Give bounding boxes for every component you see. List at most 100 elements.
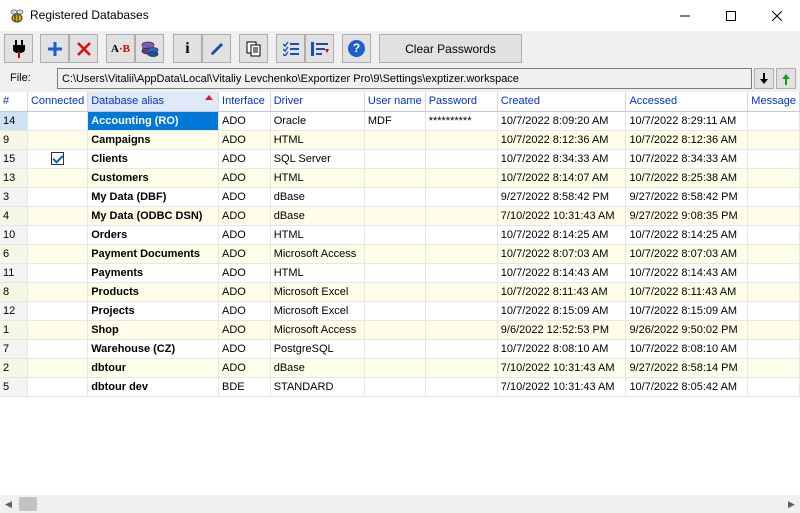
connect-button[interactable]	[4, 34, 33, 63]
col-database-alias-cell[interactable]: Clients	[87, 149, 220, 169]
col-user-name-cell[interactable]	[364, 377, 426, 397]
scroll-right-button[interactable]: ▶	[783, 495, 800, 513]
col-created-cell[interactable]: 7/10/2022 10:31:43 AM	[497, 206, 627, 226]
col-number-cell[interactable]: 14	[0, 111, 28, 131]
table-row[interactable]: 6 Payment Documents ADO Microsoft Access 10/…	[0, 244, 800, 264]
col-interface-cell[interactable]: ADO	[218, 320, 271, 340]
col-interface-cell[interactable]: ADO	[218, 244, 271, 264]
col-message-header[interactable]: Message	[747, 92, 800, 112]
col-password-cell[interactable]	[425, 282, 498, 302]
col-message-cell[interactable]	[747, 244, 800, 264]
col-password-cell[interactable]	[425, 320, 498, 340]
col-interface-cell[interactable]: ADO	[218, 358, 271, 378]
col-user-name-cell[interactable]	[364, 358, 426, 378]
file-path-input[interactable]	[57, 68, 752, 89]
col-number-cell[interactable]: 3	[0, 187, 28, 207]
col-driver-cell[interactable]: HTML	[270, 168, 365, 188]
col-database-alias-header[interactable]: Database alias	[87, 92, 220, 112]
col-interface-cell[interactable]: ADO	[218, 225, 271, 245]
col-number-cell[interactable]: 12	[0, 301, 28, 321]
clear-passwords-button[interactable]: Clear Passwords	[379, 34, 522, 63]
col-connected-cell[interactable]	[27, 225, 89, 245]
col-user-name-cell[interactable]	[364, 168, 426, 188]
file-save-button[interactable]	[776, 68, 796, 89]
col-created-cell[interactable]: 9/27/2022 8:58:42 PM	[497, 187, 627, 207]
table-row[interactable]: 7 Warehouse (CZ) ADO PostgreSQL 10/7/2022 8:…	[0, 339, 800, 359]
col-connected-header[interactable]: Connected	[27, 92, 89, 112]
col-number-cell[interactable]: 8	[0, 282, 28, 302]
col-connected-cell[interactable]	[27, 358, 89, 378]
col-accessed-cell[interactable]: 10/7/2022 8:07:03 AM	[625, 244, 749, 264]
col-created-cell[interactable]: 10/7/2022 8:09:20 AM	[497, 111, 627, 131]
col-created-cell[interactable]: 7/10/2022 10:31:43 AM	[497, 377, 627, 397]
col-accessed-cell[interactable]: 9/27/2022 8:58:42 PM	[625, 187, 749, 207]
col-message-cell[interactable]	[747, 320, 800, 340]
col-database-alias-cell[interactable]: Products	[87, 282, 220, 302]
col-password-cell[interactable]	[425, 187, 498, 207]
table-row[interactable]: 15 Clients ADO SQL Server 10/7/2022 8:34:33 …	[0, 149, 800, 169]
minimize-button[interactable]	[662, 0, 708, 31]
col-created-cell[interactable]: 10/7/2022 8:15:09 AM	[497, 301, 627, 321]
col-accessed-cell[interactable]: 10/7/2022 8:14:25 AM	[625, 225, 749, 245]
col-message-cell[interactable]	[747, 130, 800, 150]
col-accessed-header[interactable]: Accessed	[625, 92, 749, 112]
col-message-cell[interactable]	[747, 377, 800, 397]
col-password-cell[interactable]	[425, 149, 498, 169]
connected-checkbox[interactable]	[50, 152, 64, 165]
col-message-cell[interactable]	[747, 149, 800, 169]
col-user-name-cell[interactable]	[364, 244, 426, 264]
col-database-alias-cell[interactable]: Orders	[87, 225, 220, 245]
col-created-cell[interactable]: 10/7/2022 8:14:25 AM	[497, 225, 627, 245]
col-database-alias-cell[interactable]: My Data (DBF)	[87, 187, 220, 207]
col-connected-cell[interactable]	[27, 301, 89, 321]
col-number-cell[interactable]: 4	[0, 206, 28, 226]
col-interface-cell[interactable]: ADO	[218, 263, 271, 283]
table-row[interactable]: 1 Shop ADO Microsoft Access 9/6/2022 12:52:5…	[0, 320, 800, 340]
table-row[interactable]: 4 My Data (ODBC DSN) ADO dBase 7/10/2022 10:…	[0, 206, 800, 226]
col-number-cell[interactable]: 15	[0, 149, 28, 169]
col-password-header[interactable]: Password	[425, 92, 498, 112]
col-connected-cell[interactable]	[27, 111, 89, 131]
col-driver-header[interactable]: Driver	[270, 92, 365, 112]
col-driver-cell[interactable]: dBase	[270, 206, 365, 226]
col-created-cell[interactable]: 10/7/2022 8:11:43 AM	[497, 282, 627, 302]
col-user-name-cell[interactable]	[364, 225, 426, 245]
col-created-cell[interactable]: 10/7/2022 8:07:03 AM	[497, 244, 627, 264]
col-interface-cell[interactable]: ADO	[218, 130, 271, 150]
col-password-cell[interactable]	[425, 263, 498, 283]
col-connected-cell[interactable]	[27, 130, 89, 150]
col-database-alias-cell[interactable]: dbtour	[87, 358, 220, 378]
col-interface-cell[interactable]: ADO	[218, 111, 271, 131]
col-user-name-cell[interactable]: MDF	[364, 111, 426, 131]
col-password-cell[interactable]: **********	[425, 111, 498, 131]
col-database-alias-cell[interactable]: Campaigns	[87, 130, 220, 150]
table-row[interactable]: 2 dbtour ADO dBase 7/10/2022 10:31:43 AM 9/27…	[0, 358, 800, 378]
col-number-cell[interactable]: 9	[0, 130, 28, 150]
col-user-name-cell[interactable]	[364, 320, 426, 340]
col-interface-cell[interactable]: ADO	[218, 339, 271, 359]
col-number-cell[interactable]: 6	[0, 244, 28, 264]
col-database-alias-cell[interactable]: dbtour dev	[87, 377, 220, 397]
database-button[interactable]	[135, 34, 164, 63]
col-accessed-cell[interactable]: 10/7/2022 8:29:11 AM	[625, 111, 749, 131]
col-driver-cell[interactable]: HTML	[270, 130, 365, 150]
help-button[interactable]: ?	[342, 34, 371, 63]
col-database-alias-cell[interactable]: Shop	[87, 320, 220, 340]
col-user-name-cell[interactable]	[364, 206, 426, 226]
col-connected-cell[interactable]	[27, 263, 89, 283]
info-button[interactable]: i	[173, 34, 202, 63]
col-user-name-header[interactable]: User name	[364, 92, 426, 112]
col-connected-cell[interactable]	[27, 377, 89, 397]
col-message-cell[interactable]	[747, 111, 800, 131]
add-button[interactable]	[40, 34, 69, 63]
col-interface-cell[interactable]: ADO	[218, 301, 271, 321]
col-driver-cell[interactable]: dBase	[270, 187, 365, 207]
col-created-cell[interactable]: 10/7/2022 8:34:33 AM	[497, 149, 627, 169]
col-interface-cell[interactable]: ADO	[218, 168, 271, 188]
file-load-button[interactable]	[754, 68, 774, 89]
col-password-cell[interactable]	[425, 168, 498, 188]
col-accessed-cell[interactable]: 9/27/2022 9:08:35 PM	[625, 206, 749, 226]
table-row[interactable]: 5 dbtour dev BDE STANDARD 7/10/2022 10:31:43…	[0, 377, 800, 397]
col-password-cell[interactable]	[425, 339, 498, 359]
close-button[interactable]	[754, 0, 800, 31]
